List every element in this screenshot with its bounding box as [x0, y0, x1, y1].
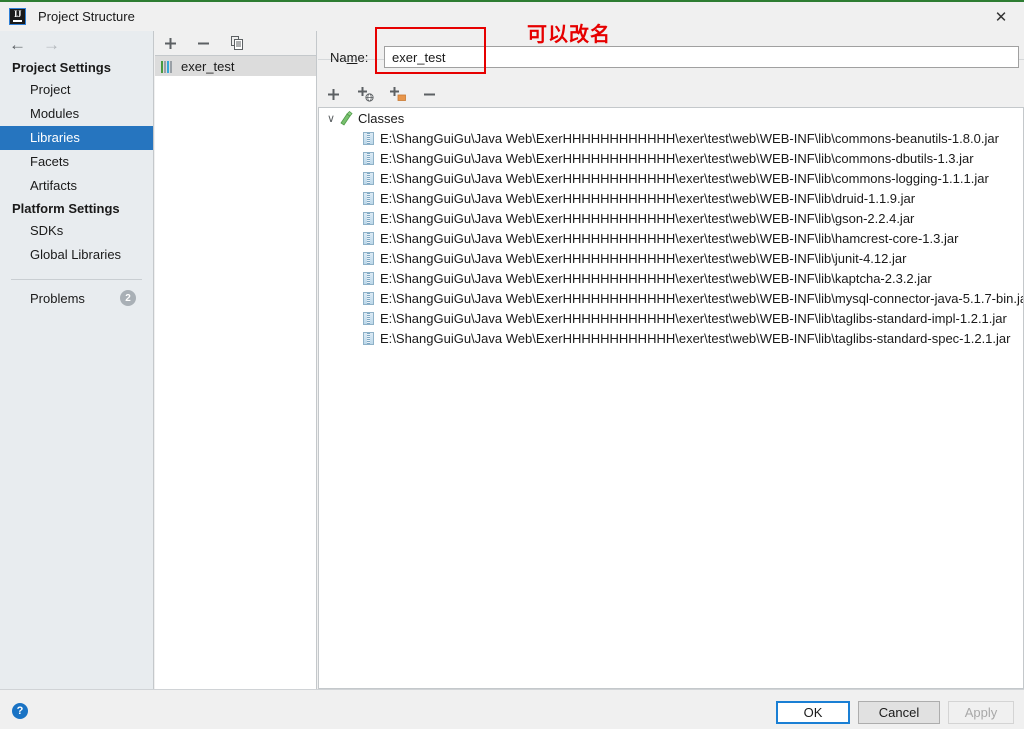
chevron-down-icon[interactable]: ∨ [324, 112, 338, 125]
sidebar-item-problems[interactable]: Problems 2 [0, 280, 153, 310]
tree-item-jar[interactable]: E:\ShangGuiGu\Java Web\ExerHHHHHHHHHHHH\… [319, 148, 1023, 168]
library-icon [161, 60, 175, 73]
jar-file-icon [363, 231, 374, 245]
library-name: exer_test [181, 58, 235, 74]
jar-path: E:\ShangGuiGu\Java Web\ExerHHHHHHHHHHHH\… [380, 270, 932, 286]
tree-item-jar[interactable]: E:\ShangGuiGu\Java Web\ExerHHHHHHHHHHHH\… [319, 308, 1023, 328]
tree-item-jar[interactable]: E:\ShangGuiGu\Java Web\ExerHHHHHHHHHHHH\… [319, 228, 1023, 248]
jar-path: E:\ShangGuiGu\Java Web\ExerHHHHHHHHHHHH\… [380, 190, 916, 206]
jar-path: E:\ShangGuiGu\Java Web\ExerHHHHHHHHHHHH\… [380, 210, 915, 226]
jar-path: E:\ShangGuiGu\Java Web\ExerHHHHHHHHHHHH\… [380, 310, 1007, 326]
problems-count-badge: 2 [120, 290, 136, 306]
copy-library-button[interactable] [227, 34, 246, 53]
remove-button[interactable] [420, 85, 439, 104]
libraries-toolbar [155, 31, 316, 56]
add-from-directory-button[interactable] [388, 85, 407, 104]
classes-toolbar [318, 81, 1024, 107]
help-icon[interactable]: ? [12, 703, 28, 719]
sidebar-item-facets[interactable]: Facets [0, 150, 153, 174]
library-details-panel: Name: exer_test ∨ Classes E:\ShangGuiGu\… [318, 31, 1024, 689]
jar-file-icon [363, 311, 374, 325]
jar-path: E:\ShangGuiGu\Java Web\ExerHHHHHHHHHHHH\… [380, 290, 1024, 306]
tree-item-jar[interactable]: E:\ShangGuiGu\Java Web\ExerHHHHHHHHHHHH\… [319, 248, 1023, 268]
jar-file-icon [363, 331, 374, 345]
back-arrow-icon[interactable]: ← [9, 36, 26, 53]
tree-node-classes[interactable]: ∨ Classes [319, 108, 1023, 128]
remove-library-button[interactable] [194, 34, 213, 53]
tree-item-jar[interactable]: E:\ShangGuiGu\Java Web\ExerHHHHHHHHHHHH\… [319, 208, 1023, 228]
intellij-idea-icon: IJ [9, 8, 26, 25]
add-library-button[interactable] [161, 34, 180, 53]
classes-label: Classes [358, 110, 405, 126]
add-from-maven-button[interactable] [356, 85, 375, 104]
name-label: Name: [330, 49, 369, 65]
tree-item-jar[interactable]: E:\ShangGuiGu\Java Web\ExerHHHHHHHHHHHH\… [319, 168, 1023, 188]
apply-button[interactable]: Apply [948, 701, 1014, 724]
list-item[interactable]: exer_test [155, 56, 316, 76]
navigation-arrows: ← → [0, 31, 153, 57]
add-button[interactable] [324, 85, 343, 104]
classes-root-icon [338, 110, 354, 126]
dialog-footer: ? OK Cancel Apply [0, 689, 1024, 729]
libraries-list-panel: exer_test [155, 31, 317, 689]
sidebar-item-project[interactable]: Project [0, 78, 153, 102]
tree-item-jar[interactable]: E:\ShangGuiGu\Java Web\ExerHHHHHHHHHHHH\… [319, 128, 1023, 148]
settings-sidebar: ← → Project Settings Project Modules Lib… [0, 31, 154, 689]
jar-file-icon [363, 251, 374, 265]
classes-tree: ∨ Classes E:\ShangGuiGu\Java Web\ExerHHH… [318, 107, 1024, 689]
tree-item-jar[interactable]: E:\ShangGuiGu\Java Web\ExerHHHHHHHHHHHH\… [319, 288, 1023, 308]
window-title: Project Structure [38, 9, 135, 24]
name-row: Name: [318, 41, 1024, 73]
libraries-list: exer_test [155, 56, 316, 76]
jar-path: E:\ShangGuiGu\Java Web\ExerHHHHHHHHHHHH\… [380, 330, 1011, 346]
jar-path: E:\ShangGuiGu\Java Web\ExerHHHHHHHHHHHH\… [380, 170, 989, 186]
sidebar-item-modules[interactable]: Modules [0, 102, 153, 126]
tree-item-jar[interactable]: E:\ShangGuiGu\Java Web\ExerHHHHHHHHHHHH\… [319, 188, 1023, 208]
jar-path: E:\ShangGuiGu\Java Web\ExerHHHHHHHHHHHH\… [380, 250, 907, 266]
jar-file-icon [363, 151, 374, 165]
jar-file-icon [363, 291, 374, 305]
jar-file-icon [363, 191, 374, 205]
ok-button[interactable]: OK [776, 701, 850, 724]
sidebar-item-sdks[interactable]: SDKs [0, 219, 153, 243]
library-name-input[interactable] [384, 46, 1019, 68]
tree-item-jar[interactable]: E:\ShangGuiGu\Java Web\ExerHHHHHHHHHHHH\… [319, 268, 1023, 288]
jar-path: E:\ShangGuiGu\Java Web\ExerHHHHHHHHHHHH\… [380, 130, 999, 146]
jar-file-icon [363, 211, 374, 225]
title-bar: IJ Project Structure ✕ [0, 2, 1024, 31]
cancel-button[interactable]: Cancel [858, 701, 940, 724]
sidebar-item-libraries[interactable]: Libraries [0, 126, 153, 150]
tree-item-jar[interactable]: E:\ShangGuiGu\Java Web\ExerHHHHHHHHHHHH\… [319, 328, 1023, 348]
jar-file-icon [363, 171, 374, 185]
jar-file-icon [363, 271, 374, 285]
forward-arrow-icon[interactable]: → [43, 36, 60, 53]
sidebar-item-global-libraries[interactable]: Global Libraries [0, 243, 153, 267]
sidebar-group-platform-settings: Platform Settings [12, 201, 120, 216]
project-structure-dialog: IJ Project Structure ✕ ← → Project Setti… [0, 0, 1024, 729]
jar-path: E:\ShangGuiGu\Java Web\ExerHHHHHHHHHHHH\… [380, 150, 974, 166]
close-icon[interactable]: ✕ [978, 2, 1024, 31]
jar-file-icon [363, 131, 374, 145]
problems-label: Problems [30, 290, 85, 306]
sidebar-group-project-settings: Project Settings [12, 60, 111, 75]
sidebar-item-artifacts[interactable]: Artifacts [0, 174, 153, 198]
jar-path: E:\ShangGuiGu\Java Web\ExerHHHHHHHHHHHH\… [380, 230, 959, 246]
